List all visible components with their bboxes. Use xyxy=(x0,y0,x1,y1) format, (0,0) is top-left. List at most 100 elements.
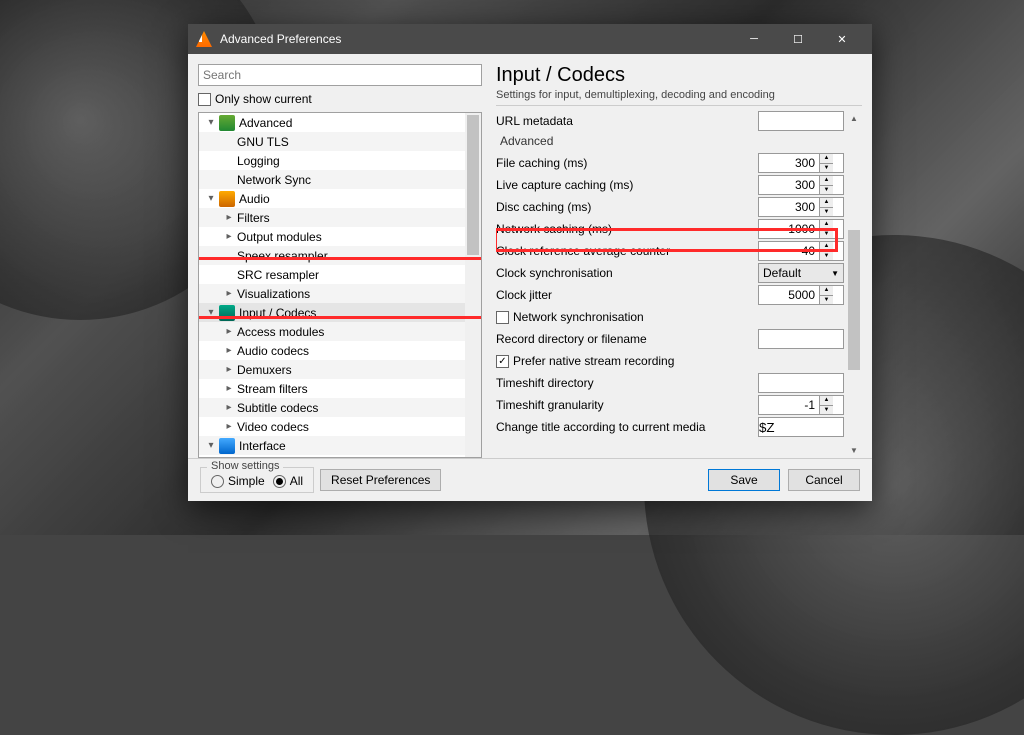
tree-item-label: GNU TLS xyxy=(237,135,289,149)
clock-jitter-spin[interactable]: ▲▼ xyxy=(758,285,844,305)
show-settings-group: Show settings Simple All xyxy=(200,467,314,493)
disc-caching-spin[interactable]: ▲▼ xyxy=(758,197,844,217)
tree-item[interactable]: SRC resampler xyxy=(199,265,465,284)
change-title-label: Change title according to current media xyxy=(496,420,758,434)
chevron-icon xyxy=(223,326,235,337)
window-title: Advanced Preferences xyxy=(220,32,732,46)
disc-caching-label: Disc caching (ms) xyxy=(496,200,758,214)
tree-item[interactable]: Audio xyxy=(199,189,465,208)
tree-item[interactable]: Output modules xyxy=(199,227,465,246)
close-button[interactable]: ✕ xyxy=(820,24,864,54)
live-caching-spin[interactable]: ▲▼ xyxy=(758,175,844,195)
prefer-native-checkbox[interactable]: ✓ Prefer native stream recording xyxy=(496,350,844,372)
maximize-button[interactable]: ☐ xyxy=(776,24,820,54)
tree-item[interactable]: Speex resampler xyxy=(199,246,465,265)
tree-item-label: Subtitle codecs xyxy=(237,401,318,415)
tree-item-label: Filters xyxy=(237,211,270,225)
tree-item[interactable]: Stream filters xyxy=(199,379,465,398)
reset-preferences-button[interactable]: Reset Preferences xyxy=(320,469,441,491)
titlebar[interactable]: Advanced Preferences ─ ☐ ✕ xyxy=(188,24,872,54)
file-caching-label: File caching (ms) xyxy=(496,156,758,170)
vlc-cone-icon xyxy=(196,31,212,47)
page-subtitle: Settings for input, demultiplexing, deco… xyxy=(496,89,862,106)
chevron-icon xyxy=(223,421,235,432)
clock-jitter-label: Clock jitter xyxy=(496,288,758,302)
tree-item[interactable]: Logging xyxy=(199,151,465,170)
network-sync-checkbox[interactable]: Network synchronisation xyxy=(496,306,844,328)
tree-item-label: Demuxers xyxy=(237,363,292,377)
chevron-icon xyxy=(205,117,217,128)
tree-item[interactable]: Access modules xyxy=(199,322,465,341)
category-icon xyxy=(219,305,235,321)
tree-item[interactable]: Filters xyxy=(199,208,465,227)
timeshift-gran-spin[interactable]: ▲▼ xyxy=(758,395,844,415)
chevron-icon xyxy=(205,193,217,204)
network-caching-spin[interactable]: ▲▼ xyxy=(758,219,844,239)
minimize-button[interactable]: ─ xyxy=(732,24,776,54)
only-show-current-checkbox[interactable]: Only show current xyxy=(198,90,482,108)
tree-item-label: Audio codecs xyxy=(237,344,309,358)
tree-item-label: Logging xyxy=(237,154,280,168)
chevron-icon xyxy=(223,383,235,394)
tree-item-label: Interface xyxy=(239,439,286,453)
change-title-input[interactable] xyxy=(758,417,844,437)
tree-item[interactable]: Audio codecs xyxy=(199,341,465,360)
timeshift-dir-input[interactable] xyxy=(758,373,844,393)
timeshift-gran-label: Timeshift granularity xyxy=(496,398,758,412)
network-caching-label: Network caching (ms) xyxy=(496,222,758,236)
save-button[interactable]: Save xyxy=(708,469,780,491)
url-metadata-label: URL metadata xyxy=(496,114,758,128)
clock-ref-spin[interactable]: ▲▼ xyxy=(758,241,844,261)
tree-scrollbar[interactable] xyxy=(465,113,481,457)
chevron-icon xyxy=(205,307,217,318)
record-dir-label: Record directory or filename xyxy=(496,332,758,346)
tree-item[interactable]: Subtitle codecs xyxy=(199,398,465,417)
show-settings-all-radio[interactable]: All xyxy=(273,474,303,488)
show-settings-simple-radio[interactable]: Simple xyxy=(211,474,265,488)
tree-item[interactable]: Control interfaces xyxy=(199,455,465,457)
tree-item-label: Stream filters xyxy=(237,382,308,396)
tree-item-label: Network Sync xyxy=(237,173,311,187)
group-advanced-label: Advanced xyxy=(496,134,844,148)
preferences-window: Advanced Preferences ─ ☐ ✕ Only show cur… xyxy=(188,24,872,501)
category-icon xyxy=(219,438,235,454)
tree-item[interactable]: Demuxers xyxy=(199,360,465,379)
preferences-tree[interactable]: Advanced GNU TLS Logging Network Sync Audio F… xyxy=(198,112,482,458)
tree-item[interactable]: Advanced xyxy=(199,113,465,132)
chevron-icon xyxy=(205,440,217,451)
tree-item-label: Audio xyxy=(239,192,270,206)
chevron-icon xyxy=(223,345,235,356)
chevron-icon xyxy=(223,402,235,413)
clock-sync-label: Clock synchronisation xyxy=(496,266,758,280)
chevron-icon xyxy=(223,288,235,299)
tree-item[interactable]: GNU TLS xyxy=(199,132,465,151)
record-dir-input[interactable] xyxy=(758,329,844,349)
tree-item[interactable]: Network Sync xyxy=(199,170,465,189)
right-scrollbar[interactable]: ▲ ▼ xyxy=(846,110,862,458)
tree-item[interactable]: Interface xyxy=(199,436,465,455)
clock-sync-combo[interactable]: Default▼ xyxy=(758,263,844,283)
tree-item[interactable]: Video codecs xyxy=(199,417,465,436)
clock-ref-label: Clock reference average counter xyxy=(496,244,758,258)
page-title: Input / Codecs xyxy=(496,64,862,87)
tree-item-label: Advanced xyxy=(239,116,292,130)
tree-item-label: Output modules xyxy=(237,230,322,244)
search-input[interactable] xyxy=(198,64,482,86)
cancel-button[interactable]: Cancel xyxy=(788,469,860,491)
tree-item-label: Video codecs xyxy=(237,420,309,434)
url-metadata-input[interactable] xyxy=(758,111,844,131)
category-icon xyxy=(219,115,235,131)
chevron-icon xyxy=(223,364,235,375)
tree-item-label: Visualizations xyxy=(237,287,310,301)
tree-item[interactable]: Visualizations xyxy=(199,284,465,303)
chevron-icon xyxy=(223,231,235,242)
live-caching-label: Live capture caching (ms) xyxy=(496,178,758,192)
tree-item-label: Speex resampler xyxy=(237,249,328,263)
tree-item[interactable]: Input / Codecs xyxy=(199,303,465,322)
timeshift-dir-label: Timeshift directory xyxy=(496,376,758,390)
tree-item-label: Input / Codecs xyxy=(239,306,316,320)
tree-item-label: Access modules xyxy=(237,325,324,339)
category-icon xyxy=(219,191,235,207)
file-caching-spin[interactable]: ▲▼ xyxy=(758,153,844,173)
chevron-icon xyxy=(223,212,235,223)
